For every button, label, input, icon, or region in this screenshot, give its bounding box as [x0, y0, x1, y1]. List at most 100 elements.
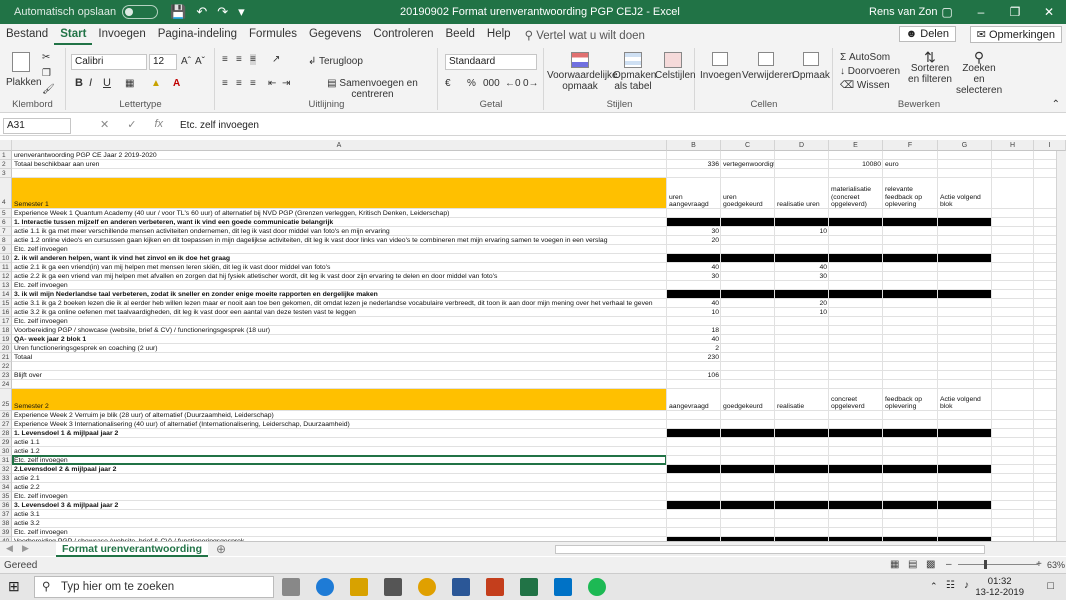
column-header-i[interactable]: I	[1034, 140, 1066, 151]
cell-d12[interactable]: 30	[775, 272, 829, 281]
row-header[interactable]: 34	[0, 483, 12, 492]
edge-icon[interactable]	[316, 578, 334, 596]
column-header-h[interactable]: H	[992, 140, 1034, 151]
normal-view-icon[interactable]: ▦	[890, 559, 899, 570]
cell-a11[interactable]: actie 2.1 ik ga een vriend(in) van mij h…	[12, 263, 667, 272]
cell-a36[interactable]: 3. Levensdoel 3 & mijlpaal jaar 2	[12, 501, 667, 510]
collapse-ribbon-icon[interactable]: ⌃	[1052, 99, 1060, 110]
cell-e2[interactable]: 10080	[829, 160, 883, 169]
save-icon[interactable]: 💾	[170, 4, 186, 20]
cell-a28[interactable]: 1. Levensdoel 1 & mijlpaal jaar 2	[12, 429, 667, 438]
shrink-font-icon[interactable]: Aˇ	[195, 56, 205, 67]
row-header[interactable]: 8	[0, 236, 12, 245]
cell-a16[interactable]: actie 3.2 ik ga online oefenen met taalv…	[12, 308, 667, 317]
cell-b25[interactable]: aangevraagd	[667, 390, 721, 411]
cell-a39[interactable]: Etc. zelf invoegen	[12, 528, 667, 537]
copy-icon[interactable]: ❐	[42, 68, 51, 79]
row-header[interactable]: 25	[0, 389, 12, 411]
row-header[interactable]: 28	[0, 429, 12, 438]
cell-a18[interactable]: Voorbereiding PGP / showcase (website, b…	[12, 326, 667, 335]
increase-indent-icon[interactable]: ⇥	[282, 78, 290, 89]
cell-e25[interactable]: concreet opgeleverd	[829, 390, 883, 411]
font-name-select[interactable]: Calibri	[71, 54, 147, 70]
row-header[interactable]: 21	[0, 353, 12, 362]
cell-a25[interactable]: Semester 2	[12, 402, 667, 411]
cell-a5[interactable]: Experience Week 1 Quantum Academy (40 uu…	[12, 209, 667, 218]
row-header[interactable]: 6	[0, 218, 12, 227]
increase-decimal-icon[interactable]: ←0	[505, 78, 521, 89]
bold-icon[interactable]: B	[75, 78, 83, 89]
tab-gegevens[interactable]: Gegevens	[303, 24, 367, 45]
cell-f2[interactable]: euro	[883, 160, 938, 169]
cell-a19[interactable]: QA- week jaar 2 blok 1	[12, 335, 667, 344]
row-header[interactable]: 1	[0, 151, 12, 160]
borders-icon[interactable]: ▦	[125, 78, 134, 89]
font-size-select[interactable]: 12	[149, 54, 177, 70]
format-painter-icon[interactable]: 🖌	[42, 84, 55, 95]
toggle-switch[interactable]	[122, 5, 159, 19]
row-header[interactable]: 33	[0, 474, 12, 483]
align-right-icon[interactable]: ≡	[250, 78, 256, 89]
cell-b21[interactable]: 230	[667, 353, 721, 362]
sort-filter-button[interactable]: ⇅ Sorteren en filteren	[906, 50, 954, 85]
zoom-in-icon[interactable]: +	[1036, 559, 1042, 570]
row-header[interactable]: 22	[0, 362, 12, 371]
cell-a10[interactable]: 2. ik wil anderen helpen, want ik vind h…	[12, 254, 667, 263]
cell-a12[interactable]: actie 2.2 ik ga een vriend van mij helpe…	[12, 272, 667, 281]
ribbon-display-icon[interactable]: ▢	[930, 0, 964, 24]
cell-a35[interactable]: Etc. zelf invoegen	[12, 492, 667, 501]
cell-b19[interactable]: 40	[667, 335, 721, 344]
row-header[interactable]: 4	[0, 178, 12, 209]
notifications-icon[interactable]: □	[1047, 580, 1054, 592]
row-header[interactable]: 9	[0, 245, 12, 254]
cell-b12[interactable]: 30	[667, 272, 721, 281]
add-sheet-icon[interactable]: ⊕	[216, 542, 226, 556]
row-header[interactable]: 39	[0, 528, 12, 537]
cell-a27[interactable]: Experience Week 3 Internationalisering (…	[12, 420, 667, 429]
thousands-icon[interactable]: 000	[483, 78, 500, 89]
column-header-c[interactable]: C	[721, 140, 775, 151]
cell-styles-button[interactable]: Celstijlen	[655, 52, 696, 81]
autosum-button[interactable]: Σ AutoSom	[840, 52, 890, 63]
spreadsheet-grid[interactable]: A B C D E F G H I 1 urenverantwoording PGP CE Jaar…	[0, 140, 1066, 542]
redo-icon[interactable]: ↷	[217, 4, 228, 20]
network-icon[interactable]: ☷	[946, 580, 955, 591]
row-header[interactable]: 35	[0, 492, 12, 501]
clear-button[interactable]: ⌫ Wissen	[840, 80, 890, 91]
cell-f25[interactable]: feedback op oplevering	[883, 390, 938, 411]
task-view-icon[interactable]	[282, 578, 300, 596]
cell-g4[interactable]: Actie volgend blok	[938, 179, 992, 209]
cell-d4[interactable]: realisatie uren	[775, 179, 829, 209]
tab-formules[interactable]: Formules	[243, 24, 303, 45]
cell-a9[interactable]: Etc. zelf invoegen	[12, 245, 667, 254]
cell-a29[interactable]: actie 1.1	[12, 438, 667, 447]
cell-b20[interactable]: 2	[667, 344, 721, 353]
mail-icon[interactable]	[384, 578, 402, 596]
file-explorer-icon[interactable]	[350, 578, 368, 596]
fill-button[interactable]: ↓ Doorvoeren	[840, 66, 900, 77]
font-color-icon[interactable]: A	[173, 78, 180, 89]
scroll-right-icon[interactable]: ▶	[22, 543, 29, 554]
decrease-indent-icon[interactable]: ⇤	[268, 78, 276, 89]
zoom-level[interactable]: 63%	[1047, 560, 1065, 570]
cell-a4[interactable]: Semester 1	[12, 200, 667, 209]
delete-cells-button[interactable]: Verwijderen	[742, 52, 794, 81]
cell-b2[interactable]: 336	[667, 160, 721, 169]
row-header[interactable]: 29	[0, 438, 12, 447]
row-header[interactable]: 31	[0, 456, 12, 465]
underline-icon[interactable]: U	[103, 78, 111, 89]
undo-icon[interactable]: ↶	[196, 4, 207, 20]
cell-a21[interactable]: Totaal	[12, 353, 667, 362]
confirm-icon[interactable]: ✓	[127, 118, 136, 131]
vertical-scrollbar[interactable]	[1056, 151, 1066, 542]
row-header[interactable]: 32	[0, 465, 12, 474]
cell-a38[interactable]: actie 3.2	[12, 519, 667, 528]
taskbar-clock[interactable]: 01:32 13-12-2019	[975, 576, 1024, 598]
row-header[interactable]: 2	[0, 160, 12, 169]
formula-input[interactable]: Etc. zelf invoegen	[180, 120, 259, 131]
column-header-a[interactable]: A	[12, 140, 667, 151]
tab-controleren[interactable]: Controleren	[367, 24, 439, 45]
cell-a1[interactable]: urenverantwoording PGP CE Jaar 2 2019-20…	[12, 151, 667, 160]
cell-a7[interactable]: actie 1.1 ik ga met meer verschillende m…	[12, 227, 667, 236]
horizontal-scrollbar[interactable]	[555, 545, 985, 554]
